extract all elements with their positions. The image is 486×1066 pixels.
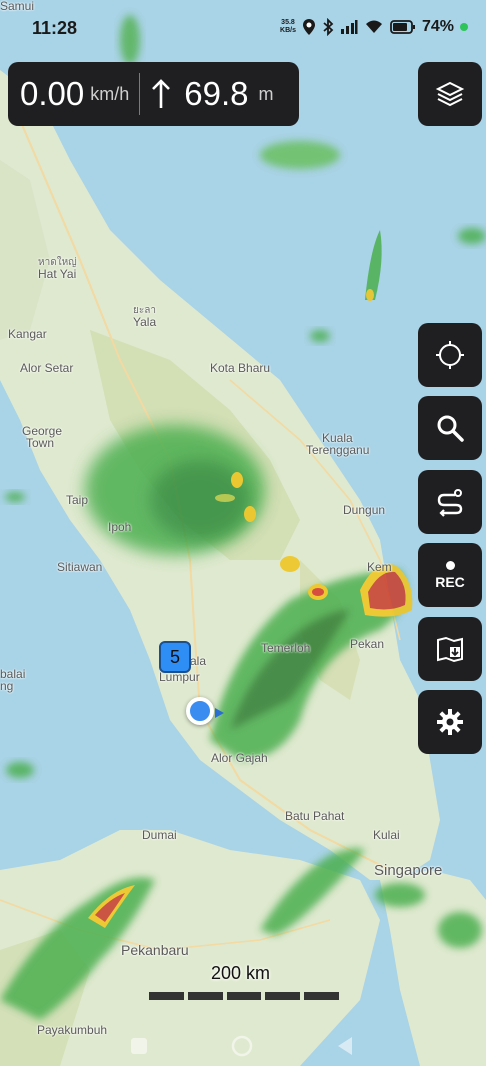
map-label-singapore: Singapore [374, 862, 443, 879]
map-label-kuala-lumpur-1: ala [190, 654, 207, 668]
offline-maps-button[interactable] [418, 617, 482, 681]
scale-segment [304, 992, 339, 1000]
locate-button[interactable] [418, 323, 482, 387]
signal-icon [340, 20, 358, 34]
map-label-kangar: Kangar [8, 327, 47, 341]
map-label-kemaman: Kem [367, 560, 392, 574]
network-speed: 35.8 KB/s [280, 19, 296, 35]
altitude-value: 69.8 [184, 75, 249, 112]
map-label-alor-gajah: Alor Gajah [211, 751, 268, 765]
speed-altitude-panel[interactable]: 0.00 km/h 69.8 m [8, 62, 299, 126]
battery-icon [390, 20, 415, 34]
route-icon [437, 489, 463, 517]
search-button[interactable] [418, 396, 482, 460]
map-label-ipoh: Ipoh [108, 520, 132, 534]
heading-arrow-icon [215, 708, 224, 718]
location-pin-icon [302, 19, 315, 35]
record-dot-icon [445, 560, 455, 570]
nav-home-button[interactable] [231, 1035, 253, 1057]
scale-segment [265, 992, 301, 1000]
hud-divider [139, 73, 141, 115]
map-canvas[interactable] [0, 0, 486, 1066]
layers-button[interactable] [418, 62, 482, 126]
scale-segment [226, 992, 262, 1000]
nav-recents-button[interactable] [131, 1038, 147, 1054]
scale-bar [149, 992, 339, 1000]
map-label-kuala-terengganu-2: Terengganu [306, 443, 370, 457]
map-label-dumai: Dumai [142, 828, 177, 842]
map-label-pekan: Pekan [350, 637, 385, 651]
record-button[interactable]: REC [418, 543, 482, 607]
map-label-dungun: Dungun [343, 503, 386, 517]
map-label-batu-pahat: Batu Pahat [285, 809, 345, 823]
status-bar: 11:28 35.8 KB/s 74% [0, 0, 486, 56]
search-icon [437, 415, 464, 442]
route-button[interactable] [418, 470, 482, 534]
map-label-alor-setar: Alor Setar [20, 361, 74, 375]
scale-segment [187, 992, 223, 1000]
map-download-icon [437, 636, 463, 663]
map-label-temerloh: Temerloh [261, 641, 311, 655]
current-location-marker [186, 697, 214, 725]
arrow-up-icon [152, 79, 171, 108]
map-label-pekanbaru: Pekanbaru [121, 942, 189, 958]
map-label-kota-bharu: Kota Bharu [210, 361, 271, 375]
speed-value: 0.00 [20, 75, 85, 112]
layers-icon [435, 81, 465, 107]
crosshair-icon [436, 341, 464, 369]
settings-button[interactable] [418, 690, 482, 754]
status-time: 11:28 [32, 18, 78, 38]
map-label-kulai: Kulai [373, 828, 400, 842]
map-label-balai-2: ng [0, 679, 14, 693]
status-icons: 35.8 KB/s 74% [280, 18, 468, 36]
scale-segment [149, 992, 184, 1000]
battery-percent: 74% [421, 18, 454, 35]
gear-icon [437, 709, 463, 735]
map-label-sitiawan: Sitiawan [57, 560, 103, 574]
scale-label: 200 km [211, 963, 271, 983]
waypoint-cluster-marker[interactable]: 5 [159, 641, 191, 673]
nav-back-button[interactable] [338, 1037, 352, 1055]
network-speed-unit: KB/s [280, 27, 296, 34]
network-speed-value: 35.8 [281, 19, 295, 26]
wifi-icon [365, 20, 382, 33]
map-label-taip: Taip [66, 493, 89, 507]
record-label: REC [435, 573, 465, 590]
map-label-yala: Yala [133, 315, 157, 329]
system-nav-bar [131, 1035, 352, 1057]
speed-unit: km/h [90, 83, 130, 104]
map-label-hat-yai: Hat Yai [38, 267, 77, 281]
bluetooth-icon [323, 18, 334, 36]
privacy-dot-icon [460, 23, 468, 31]
map-label-george-town-2: Town [26, 436, 55, 450]
altitude-unit: m [258, 83, 274, 104]
